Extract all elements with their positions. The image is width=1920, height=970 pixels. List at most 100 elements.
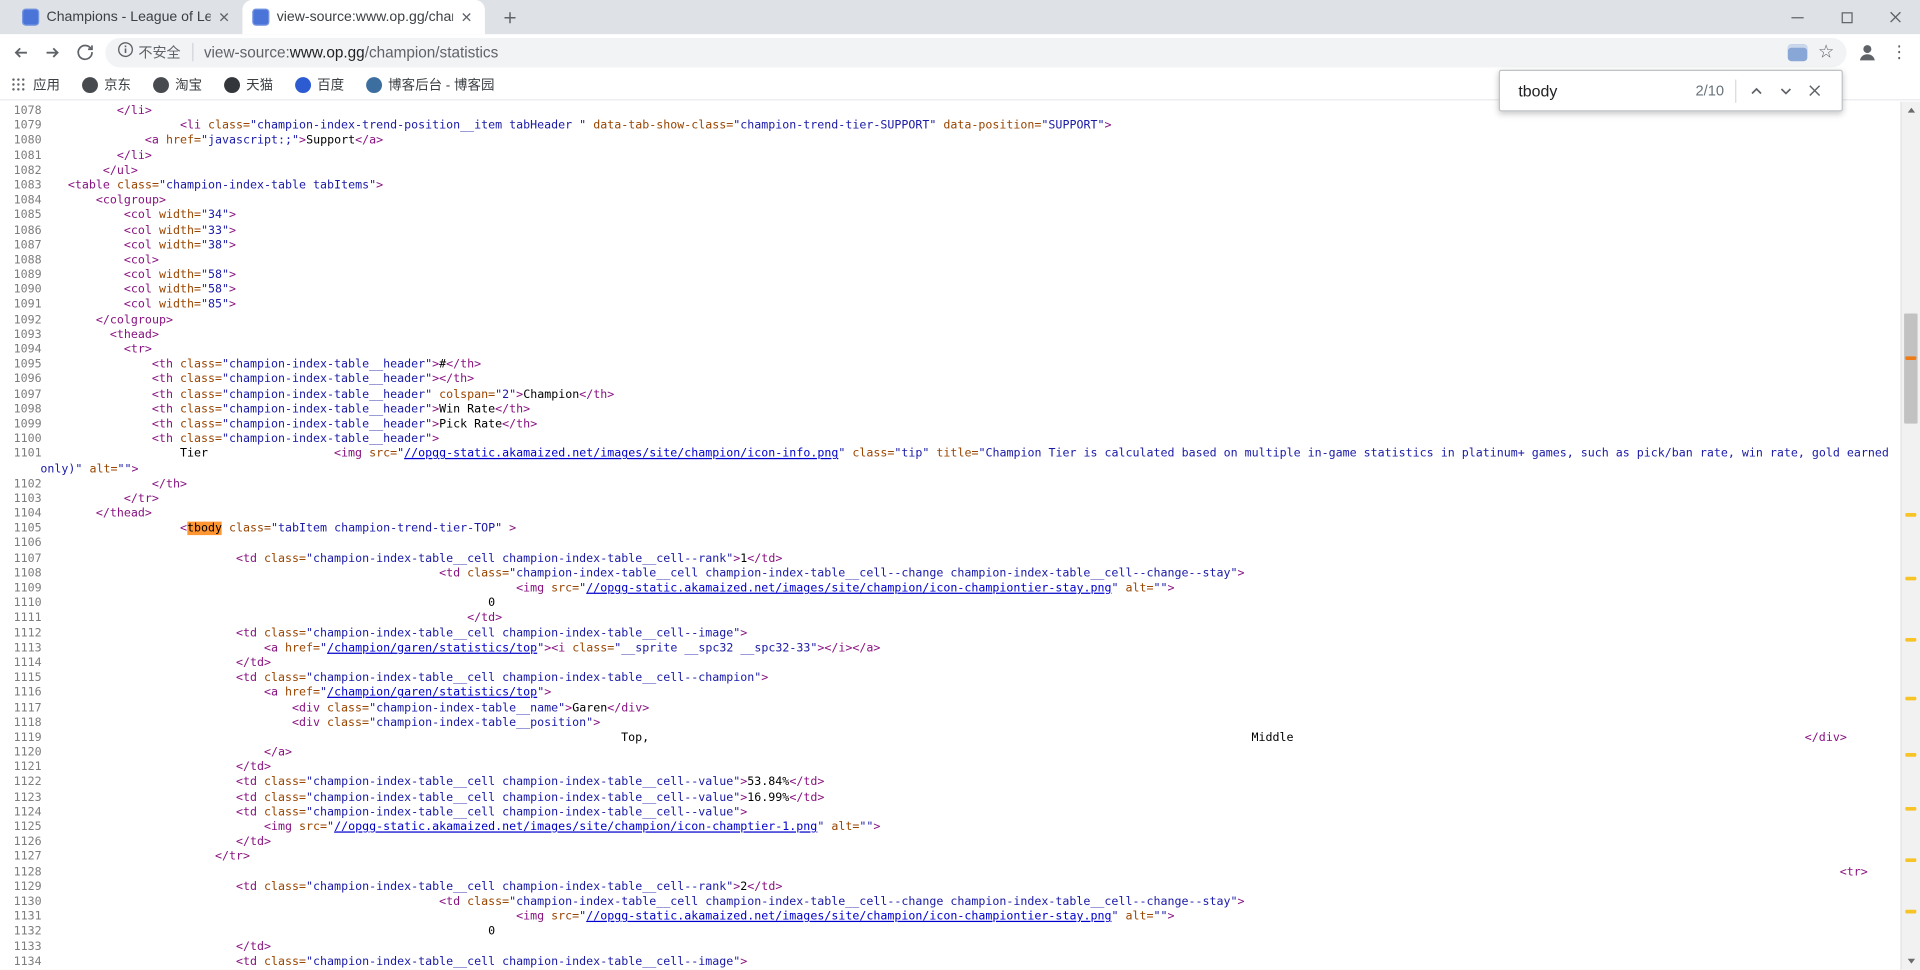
- source-token: src=: [544, 910, 579, 923]
- source-url-link[interactable]: //opgg-static.akamaized.net/images/site/…: [586, 910, 1111, 923]
- apps-button[interactable]: 应用: [12, 75, 60, 95]
- source-token: ></th>: [432, 373, 474, 386]
- scrollbar-down-arrow[interactable]: [1902, 953, 1920, 970]
- line-number: 1104: [0, 507, 54, 522]
- source-token: "34": [201, 209, 229, 222]
- source-line: 1120 </a>: [0, 746, 1900, 761]
- source-token: width=: [152, 283, 201, 296]
- source-token: <th: [152, 417, 173, 430]
- find-next-button[interactable]: [1771, 76, 1800, 105]
- source-line: 1085 <col width="34">: [0, 209, 1900, 224]
- window-maximize-button[interactable]: [1822, 0, 1871, 34]
- source-token: >: [432, 417, 439, 430]
- source-token: "58": [201, 268, 229, 281]
- bookmark-baidu[interactable]: 百度: [295, 75, 344, 95]
- tab-strip: Champions - League of Legen view-source:…: [0, 0, 1920, 34]
- line-number: 1094: [0, 343, 54, 358]
- line-number: 1082: [0, 164, 54, 179]
- line-number: 1109: [0, 582, 54, 597]
- bookmark-jd[interactable]: 京东: [82, 75, 131, 95]
- source-token: src=: [362, 447, 397, 460]
- source-token: <a: [264, 686, 278, 699]
- source-line: 1130 <td class="champion-index-table__ce…: [0, 895, 1900, 910]
- bookmark-star-icon[interactable]: ☆: [1818, 43, 1834, 61]
- source-line: 1099 <th class="champion-index-table__he…: [0, 417, 1900, 432]
- source-token: >: [1238, 567, 1245, 580]
- source-token: </li>: [117, 149, 152, 162]
- find-input[interactable]: tbody: [1518, 81, 1695, 99]
- line-number: 1092: [0, 313, 54, 328]
- browser-menu-icon[interactable]: ⋮: [1883, 36, 1915, 68]
- profile-avatar[interactable]: [1851, 36, 1883, 68]
- source-url-link[interactable]: //opgg-static.akamaized.net/images/site/…: [404, 447, 838, 460]
- source-token: <td: [439, 567, 460, 580]
- source-line: 1095 <th class="champion-index-table__he…: [0, 358, 1900, 373]
- tab-title: view-source:www.op.gg/cham: [277, 10, 453, 25]
- source-token: <a: [145, 134, 159, 147]
- find-previous-button[interactable]: [1741, 76, 1770, 105]
- find-close-icon[interactable]: [1800, 76, 1829, 105]
- address-bar[interactable]: 不安全 view-source:www.op.gg/champion/stati…: [105, 37, 1846, 66]
- source-line: 1080 <a href="javascript:;">Support</a>: [0, 134, 1900, 149]
- source-token: <img: [516, 910, 544, 923]
- source-line: 1125 <img src="//opgg-static.akamaized.n…: [0, 820, 1900, 835]
- source-token: </td>: [789, 791, 824, 804]
- tab-close-icon[interactable]: [216, 9, 233, 26]
- scrollbar-thumb[interactable]: [1904, 313, 1917, 423]
- source-url-link[interactable]: //opgg-static.akamaized.net/images/site/…: [334, 820, 817, 833]
- line-number: 1081: [0, 149, 54, 164]
- source-token: >: [733, 552, 740, 565]
- source-token: <col: [124, 283, 152, 296]
- source-line: 1113 <a href="/champion/garen/statistics…: [0, 641, 1900, 656]
- source-line: 1124 <td class="champion-index-table__ce…: [0, 805, 1900, 820]
- source-token: class=: [320, 716, 369, 729]
- reload-button[interactable]: [69, 36, 101, 68]
- source-token: </a>: [264, 746, 292, 759]
- scrollbar-up-arrow[interactable]: [1902, 102, 1920, 119]
- source-token: >: [432, 358, 439, 371]
- source-token: class=: [257, 776, 306, 789]
- bookmark-label: 博客后台 - 博客园: [388, 75, 494, 95]
- info-icon[interactable]: [118, 41, 134, 63]
- source-line: 1105 <tbody class="tabItem champion-tren…: [0, 522, 1900, 537]
- back-button[interactable]: [5, 36, 37, 68]
- tab-champions[interactable]: Champions - League of Legen: [12, 0, 242, 34]
- source-token: href=: [159, 134, 201, 147]
- source-token: </th>: [495, 403, 530, 416]
- tab-close-icon[interactable]: [458, 9, 475, 26]
- source-url-link[interactable]: /champion/garen/statistics/top: [327, 641, 537, 654]
- toolbar: 不安全 view-source:www.op.gg/champion/stati…: [0, 34, 1920, 70]
- source-token: >: [1104, 119, 1111, 132]
- line-number: 1128: [0, 865, 54, 880]
- line-number: 1100: [0, 432, 54, 447]
- source-token: Garen: [572, 701, 607, 714]
- new-tab-button[interactable]: [497, 5, 521, 29]
- source-url-link[interactable]: /champion/garen/statistics/top: [327, 686, 537, 699]
- line-number: 1133: [0, 940, 54, 955]
- source-token: src=: [292, 820, 327, 833]
- url-host: www.op.gg: [290, 43, 365, 60]
- line-number: 1121: [0, 761, 54, 776]
- tab-view-source[interactable]: view-source:www.op.gg/cham: [242, 0, 484, 34]
- browser-window: Champions - League of Legen view-source:…: [0, 0, 1920, 970]
- page-action-icon[interactable]: [1787, 43, 1807, 60]
- source-token: width=: [152, 268, 201, 281]
- scrollbar-track[interactable]: [1900, 102, 1920, 970]
- window-minimize-button[interactable]: [1773, 0, 1822, 34]
- source-line: 1107 <td class="champion-index-table__ce…: [0, 552, 1900, 567]
- source-token: class=: [110, 179, 159, 192]
- bookmark-tmall[interactable]: 天猫: [224, 75, 273, 95]
- line-number: 1083: [0, 179, 54, 194]
- bookmark-taobao[interactable]: 淘宝: [153, 75, 202, 95]
- window-close-button[interactable]: [1871, 0, 1920, 34]
- source-url-link[interactable]: //opgg-static.akamaized.net/images/site/…: [586, 582, 1111, 595]
- source-token: </ul>: [103, 164, 138, 177]
- bookmark-cnblogs[interactable]: 博客后台 - 博客园: [366, 75, 494, 95]
- source-line: 1104 </thead>: [0, 507, 1900, 522]
- source-line: 1082 </ul>: [0, 164, 1900, 179]
- source-token: class=: [320, 701, 369, 714]
- source-token: Top,: [621, 731, 649, 744]
- source-token: </td>: [236, 656, 271, 669]
- forward-button[interactable]: [37, 36, 69, 68]
- source-token: </tr>: [215, 850, 250, 863]
